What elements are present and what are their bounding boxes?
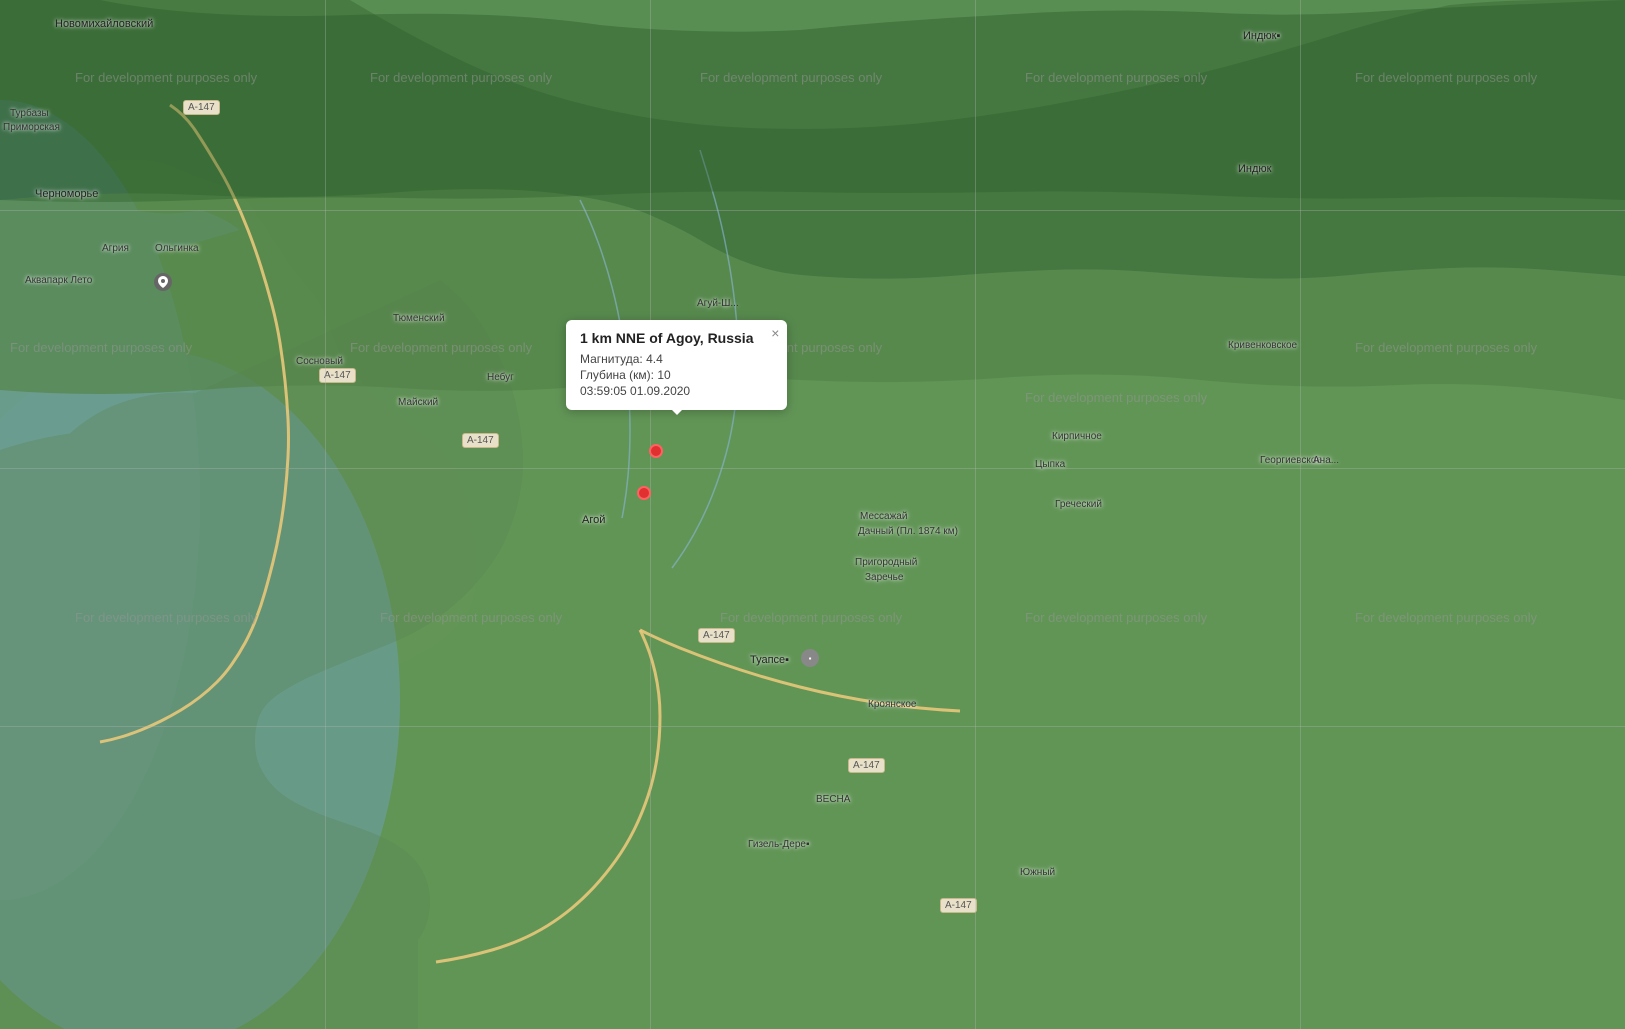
place-novomikhaylovskiy: Новомихайловский [55, 18, 153, 30]
poi-tuapse: ▪ [801, 649, 819, 667]
earthquake-marker-2[interactable] [637, 486, 651, 500]
poi-akvaparkLeto[interactable] [154, 273, 172, 291]
place-agriya: Агрия [102, 243, 129, 254]
place-ana: Ана... [1313, 455, 1339, 466]
place-indyuk-2: Индюк [1238, 163, 1271, 175]
place-turbazy: Турбазы [10, 108, 49, 119]
place-kirpichnoe: Кирпичное [1052, 431, 1102, 442]
place-krivenkovo: Кривенковское [1228, 340, 1297, 351]
popup-close-button[interactable]: × [771, 326, 779, 340]
road-label-a147-6: А-147 [940, 898, 977, 913]
place-yuzhniy: Южный [1020, 867, 1055, 878]
place-grecheskiy: Греческий [1055, 499, 1102, 510]
road-label-a147-2: А-147 [319, 368, 356, 383]
place-kroyanskoe: Кроянское [868, 699, 917, 710]
road-label-a147-3: А-147 [462, 433, 499, 448]
place-tuapse: Туапсе▪ [750, 654, 789, 666]
earthquake-marker-1[interactable] [649, 444, 663, 458]
popup-title: 1 km NNE of Agoy, Russia [580, 330, 773, 346]
road-label-a147-4: А-147 [698, 628, 735, 643]
map-container: For development purposes only For develo… [0, 0, 1625, 1029]
place-primorskaya: Приморская [3, 122, 60, 133]
magnitude-value: 4.4 [646, 352, 663, 366]
place-tsypka: Цыпка [1035, 459, 1065, 470]
place-nebug: Небуг [487, 372, 514, 383]
place-aguysh: Агуй-Ш... [697, 298, 739, 309]
place-mayskiy: Майский [398, 397, 438, 408]
road-label-a147-5: А-147 [848, 758, 885, 773]
map-background [0, 0, 1625, 1029]
depth-value: 10 [657, 368, 670, 382]
place-prigorodnyy: Пригородный [855, 557, 917, 568]
place-chernomorye: Черноморье [35, 188, 98, 200]
road-label-a147-1: А-147 [183, 100, 220, 115]
popup-magnitude: Магнитуда: 4.4 [580, 352, 773, 366]
magnitude-label: Магнитуда: [580, 352, 643, 366]
place-zarechye: Заречье [865, 572, 903, 583]
depth-label: Глубина (км): [580, 368, 654, 382]
place-akvaparkLeto: Аквапарк Лето [25, 275, 92, 286]
popup-depth: Глубина (км): 10 [580, 368, 773, 382]
popup-time: 03:59:05 01.09.2020 [580, 384, 773, 398]
place-olginka: Ольгинка [155, 243, 199, 254]
place-vesna: ВЕСНА [816, 794, 850, 805]
place-dachniy: Дачный (Пл. 1874 км) [858, 526, 958, 537]
place-tyumenskiy: Тюменский [393, 313, 445, 324]
earthquake-popup: × 1 km NNE of Agoy, Russia Магнитуда: 4.… [566, 320, 787, 410]
place-gizel-dere: Гизель-Дере▪ [748, 839, 810, 850]
place-sosnoviy: Сосновый [296, 356, 343, 367]
place-messazhay: Мессажай [860, 511, 907, 522]
place-agoy: Агой [582, 514, 605, 526]
place-indyuk-1: Индюк▪ [1243, 30, 1280, 42]
